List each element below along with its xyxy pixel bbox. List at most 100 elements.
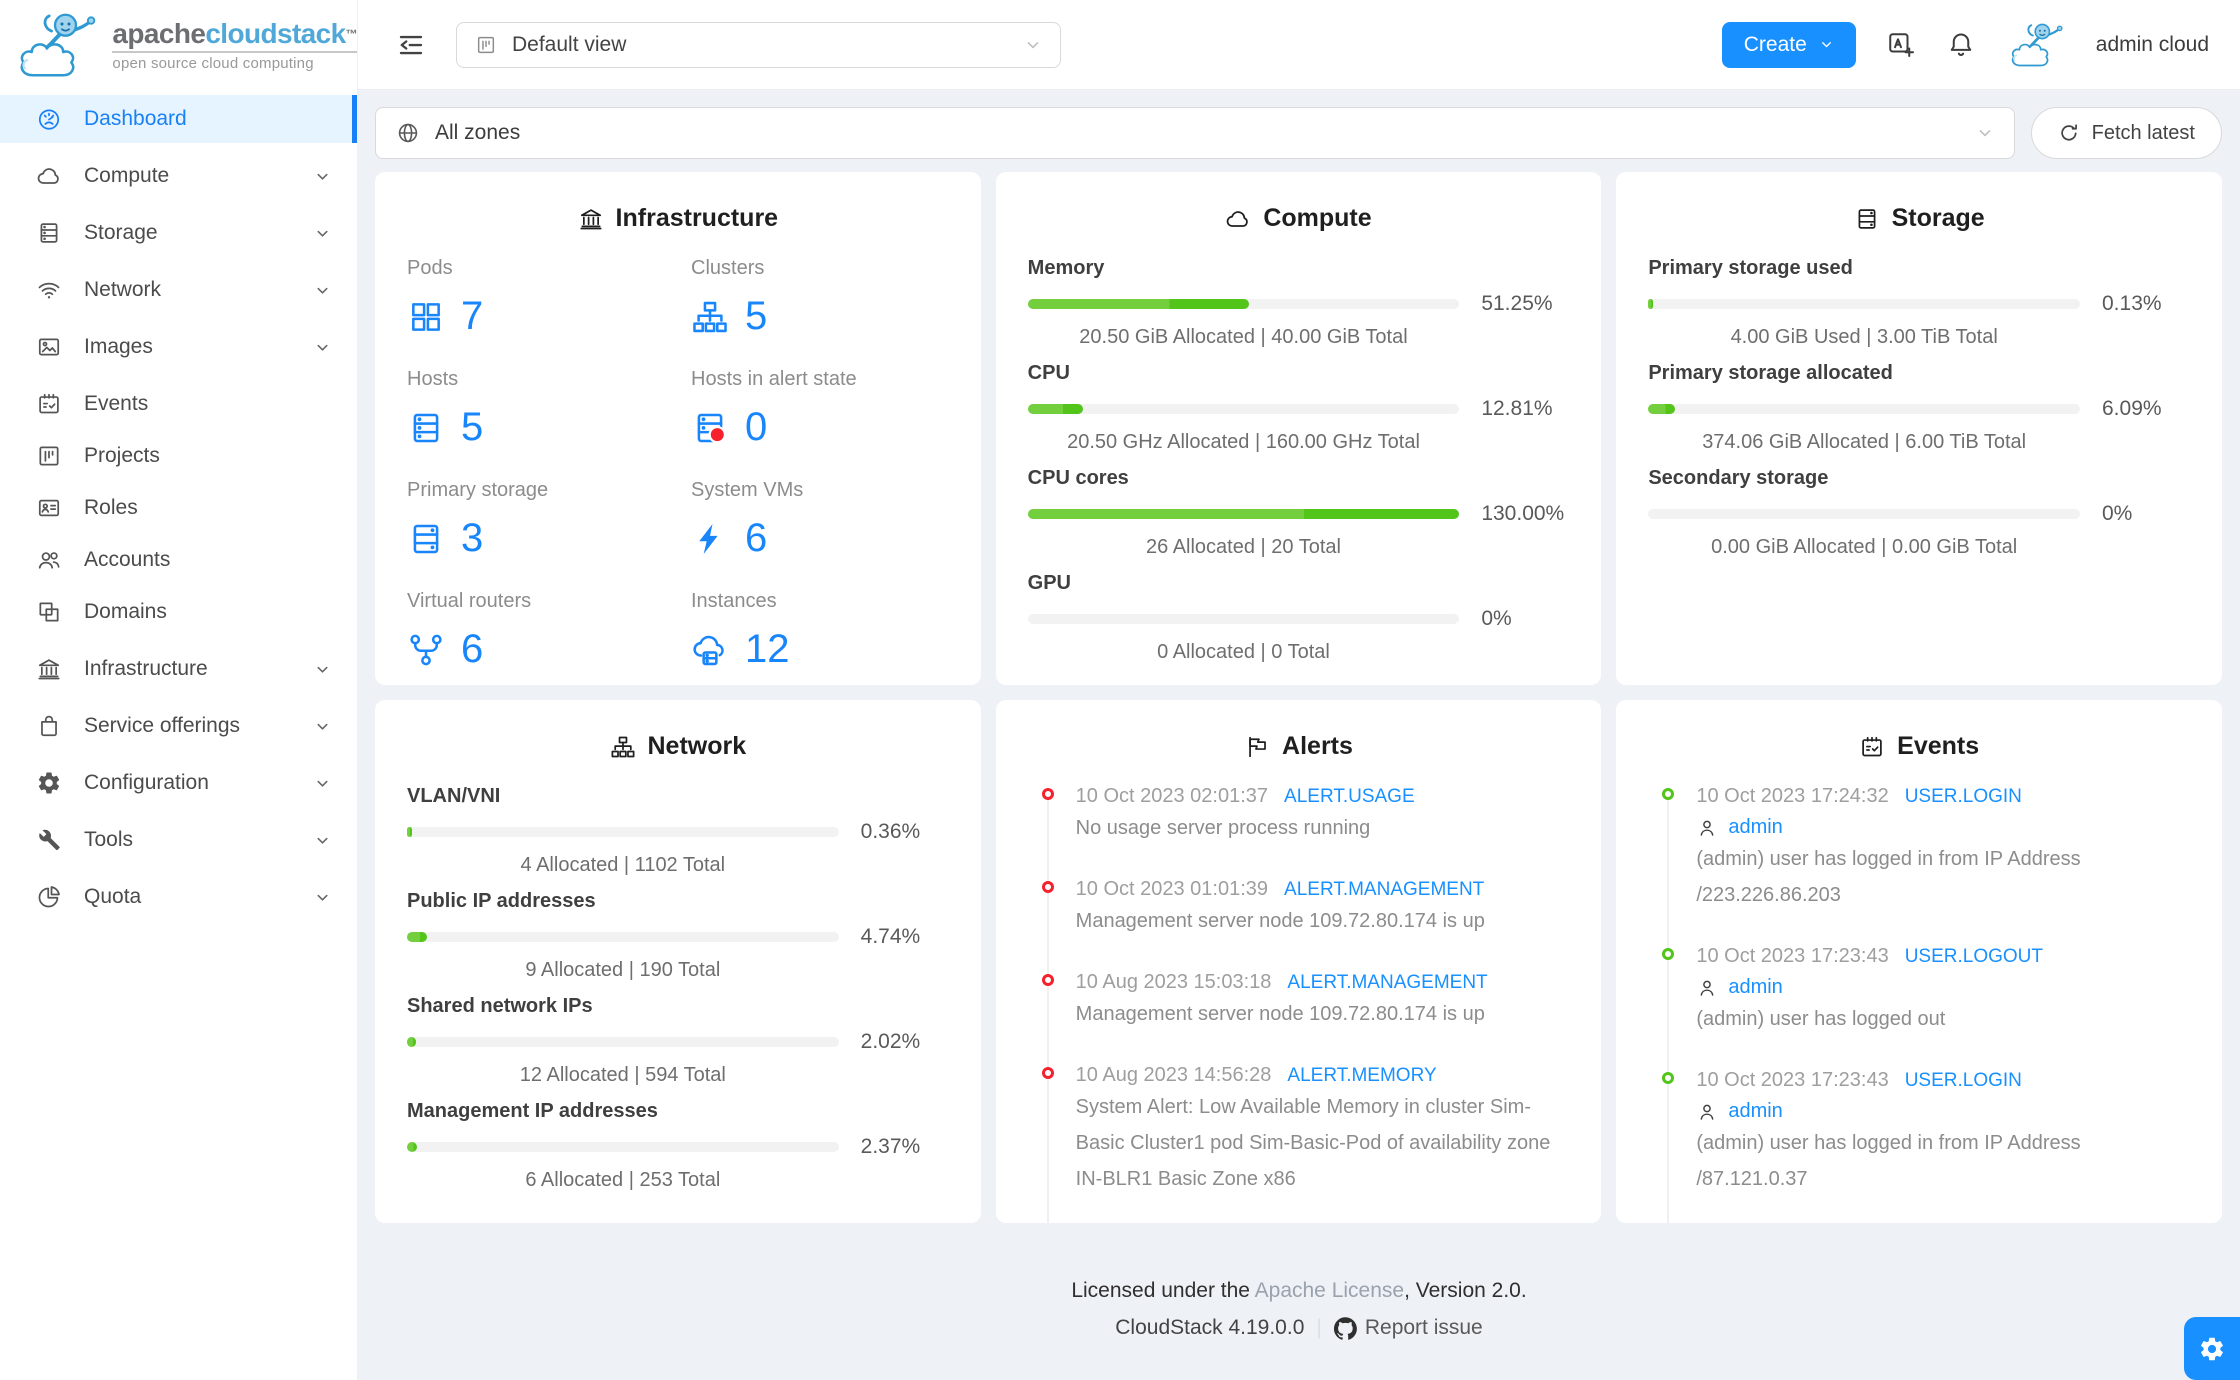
dashboard-icon: [36, 106, 62, 132]
sidebar-item-configuration[interactable]: Configuration: [0, 759, 357, 807]
meter-label: Memory: [1027, 257, 1105, 279]
event-type-link[interactable]: USER.LOGIN: [1905, 1070, 2022, 1092]
project-view-icon: [475, 34, 497, 56]
chevron-down-icon: [314, 832, 331, 849]
storage-card: Storage Primary storage used 0.13% 4.00 Gi…: [1616, 172, 2222, 685]
meter-detail: 26 Allocated | 20 Total: [1146, 536, 1341, 558]
zone-select[interactable]: All zones: [375, 107, 2015, 159]
stat-value[interactable]: 5: [691, 294, 767, 339]
view-select[interactable]: Default view: [456, 21, 1061, 68]
alert-head: 10 Oct 2023 01:01:39 ALERT.MANAGEMENT: [1076, 878, 1570, 901]
stat-value[interactable]: 0: [691, 405, 767, 450]
stat-value[interactable]: 6: [407, 627, 483, 672]
sidebar-menu: Dashboard Compute Storage Network Images Even…: [0, 90, 357, 921]
meter-row: 6.09%: [1648, 397, 2190, 421]
brand-apache: apache: [112, 17, 206, 49]
calendar-check-icon: [1859, 734, 1885, 760]
meter-rail: [1648, 509, 2080, 519]
meter-fill: [1027, 509, 1460, 519]
event-message: (admin) user has logged in from IP Addre…: [1696, 1132, 2081, 1154]
alert-type-link[interactable]: ALERT.MEMORY: [1287, 1065, 1436, 1087]
block-icon: [36, 599, 62, 625]
sidebar-item-dashboard[interactable]: Dashboard: [0, 95, 357, 143]
sidebar-item-projects[interactable]: Projects: [0, 432, 357, 480]
stat-number: 3: [461, 516, 484, 560]
stat-label: Primary storage: [407, 479, 549, 501]
alert-message: Management server node 109.72.80.174 is …: [1075, 910, 1485, 932]
stat-value[interactable]: 5: [407, 405, 483, 450]
translate-icon[interactable]: [1886, 30, 1916, 60]
app-logo: apachecloudstack™ open source cloud comp…: [0, 0, 358, 90]
alert-type-link[interactable]: ALERT.USAGE: [1284, 786, 1415, 808]
event-user-link[interactable]: admin: [1728, 976, 1782, 999]
meter-row: 12.81%: [1027, 397, 1570, 421]
chevron-down-icon: [314, 775, 331, 792]
meter-management-ip-addresses: Management IP addresses 2.37% 6 Allocated …: [407, 1100, 949, 1192]
meter-label: Primary storage used: [1648, 257, 1853, 279]
stat-label: Virtual routers: [407, 590, 532, 612]
sidebar-item-storage[interactable]: Storage: [0, 209, 357, 257]
alert-head: 10 Oct 2023 02:01:37 ALERT.USAGE: [1076, 785, 1570, 808]
user-avatar[interactable]: [2006, 22, 2066, 68]
sidebar-item-roles[interactable]: Roles: [0, 484, 357, 532]
meter-rail: [1648, 404, 2080, 414]
sidebar-item-images[interactable]: Images: [0, 323, 357, 371]
sidebar-item-tools[interactable]: Tools: [0, 816, 357, 864]
event-user-link[interactable]: admin: [1728, 816, 1782, 839]
alert-time: 10 Oct 2023 02:01:37: [1075, 785, 1269, 807]
alert-time: 10 Oct 2023 01:01:39: [1075, 878, 1269, 900]
brand-tagline: open source cloud computing: [112, 50, 357, 72]
apache-license-link[interactable]: Apache License: [1255, 1279, 1404, 1302]
menu-fold-icon[interactable]: [396, 30, 426, 60]
user-name[interactable]: admin cloud: [2096, 33, 2209, 57]
create-button[interactable]: Create: [1721, 21, 1856, 68]
stat-value[interactable]: 6: [691, 516, 767, 561]
report-issue-link[interactable]: Report issue: [1333, 1316, 1483, 1340]
stat-label: Hosts: [407, 368, 459, 390]
sidebar-item-accounts[interactable]: Accounts: [0, 536, 357, 584]
footer-divider: |: [1316, 1316, 1322, 1339]
fetch-latest-button[interactable]: Fetch latest: [2030, 107, 2222, 159]
event-type-link[interactable]: USER.LOGOUT: [1905, 946, 2043, 968]
meter-percent: 4.74%: [860, 925, 921, 948]
card-title: Compute: [1028, 204, 1570, 233]
sidebar-item-infrastructure[interactable]: Infrastructure: [0, 645, 357, 693]
chevron-down-icon: [314, 225, 331, 242]
stat-value[interactable]: 7: [407, 294, 483, 339]
meter-label: GPU: [1027, 572, 1071, 594]
card-title-text: Network: [647, 732, 747, 760]
event-type-link[interactable]: USER.LOGIN: [1905, 786, 2022, 808]
sidebar-item-events[interactable]: Events: [0, 380, 357, 428]
sidebar-item-domains[interactable]: Domains: [0, 588, 357, 636]
cluster-icon: [691, 298, 729, 336]
settings-fab-button[interactable]: [2184, 1317, 2240, 1380]
meter-label: Secondary storage: [1648, 467, 1829, 489]
stat-value[interactable]: 12: [691, 627, 790, 672]
meter-label: Primary storage allocated: [1648, 362, 1893, 384]
alert-time: 10 Aug 2023 15:03:18: [1075, 971, 1272, 993]
alert-head: 10 Aug 2023 14:56:28 ALERT.MEMORY: [1076, 1064, 1570, 1087]
alert-item: 10 Aug 2023 15:03:18 ALERT.MANAGEMENT Mana…: [1041, 971, 1570, 1030]
infrastructure-card: Infrastructure Pods 7 Clusters 5 Hosts 5 Hosts…: [375, 172, 981, 685]
meter-percent: 6.09%: [2102, 397, 2162, 420]
event-item: 10 Oct 2023 17:23:43 USER.LOGIN admin (admi…: [1662, 1069, 2190, 1195]
notifications-bell-icon[interactable]: [1946, 30, 1976, 60]
alert-message: No usage server process running: [1075, 817, 1371, 839]
meter-row: 0.13%: [1648, 292, 2190, 316]
sidebar-item-network[interactable]: Network: [0, 266, 357, 314]
sidebar-item-compute[interactable]: Compute: [0, 152, 357, 200]
alert-type-link[interactable]: ALERT.MANAGEMENT: [1287, 972, 1487, 994]
alert-type-link[interactable]: ALERT.MANAGEMENT: [1284, 879, 1484, 901]
network-card: Network VLAN/VNI 0.36% 4 Allocated | 1102 …: [375, 700, 981, 1223]
sidebar-item-quota[interactable]: Quota: [0, 873, 357, 921]
timeline-dot: [1662, 948, 1675, 960]
events-timeline: 10 Oct 2023 17:24:32 USER.LOGIN admin (admi…: [1648, 785, 2190, 1223]
timeline-dot: [1041, 881, 1054, 893]
event-user-link[interactable]: admin: [1728, 1100, 1782, 1123]
meter-label: Shared network IPs: [407, 995, 593, 1017]
infra-stat-system-vms: System VMs 6: [691, 479, 949, 561]
sidebar-item-service-offerings[interactable]: Service offerings: [0, 702, 357, 750]
thunderbolt-icon: [691, 520, 729, 558]
cloud-icon: [1225, 206, 1251, 232]
stat-value[interactable]: 3: [407, 516, 483, 561]
